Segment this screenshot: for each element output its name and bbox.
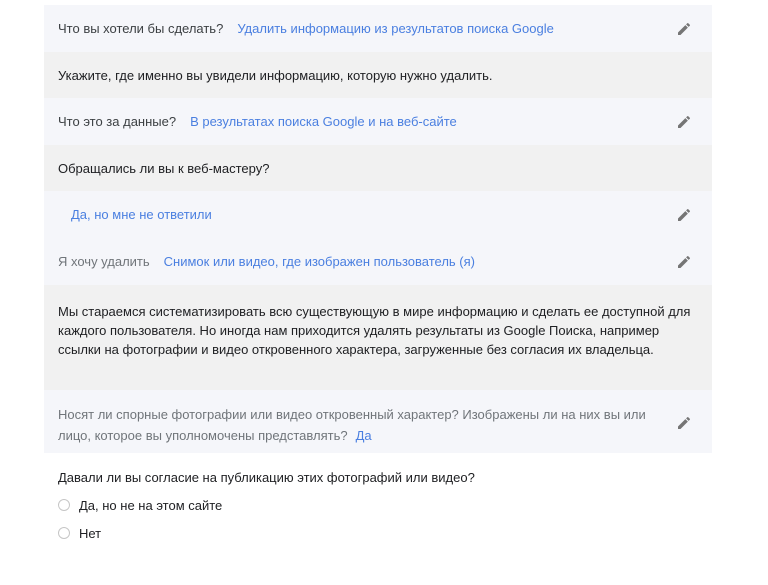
info-paragraph: Мы стараемся систематизировать всю сущес… xyxy=(58,304,691,357)
answered-row-remove: Я хочу удалить Снимок или видео, где изо… xyxy=(44,238,712,285)
pencil-icon[interactable] xyxy=(676,21,692,37)
radio-option-no[interactable]: Нет xyxy=(58,519,664,547)
answered-row-explicit: Носят ли спорные фотографии или видео от… xyxy=(44,390,712,453)
consent-question-row: Давали ли вы согласие на публикацию этих… xyxy=(44,453,712,545)
info-row: Мы стараемся систематизировать всю сущес… xyxy=(44,285,712,390)
answered-row-webmaster: Да, но мне не ответили xyxy=(44,191,712,238)
pencil-icon[interactable] xyxy=(676,254,692,270)
answer-value: Да xyxy=(355,428,372,443)
question-label: Что вы хотели бы сделать? xyxy=(58,21,224,36)
radio-unchecked-icon[interactable] xyxy=(58,499,70,511)
answer-value: Снимок или видео, где изображен пользова… xyxy=(163,254,475,269)
pencil-icon[interactable] xyxy=(676,207,692,223)
radio-label: Да, но не на этом сайте xyxy=(79,497,223,513)
question-text: Носят ли спорные фотографии или видео от… xyxy=(58,407,646,443)
answer-value: Да, но мне не ответили xyxy=(71,207,212,222)
answered-row-data-type: Что это за данные? В результатах поиска … xyxy=(44,98,712,145)
question-with-answer: Носят ли спорные фотографии или видео от… xyxy=(58,404,664,446)
instruction-text: Укажите, где именно вы увидели информаци… xyxy=(58,67,493,83)
radio-label: Нет xyxy=(79,525,102,541)
webmaster-question-row: Обращались ли вы к веб-мастеру? xyxy=(44,145,712,191)
instruction-row: Укажите, где именно вы увидели информаци… xyxy=(44,52,712,98)
question-label: Я хочу удалить xyxy=(58,254,150,269)
question-text: Обращались ли вы к веб-мастеру? xyxy=(58,160,270,176)
pencil-icon[interactable] xyxy=(676,415,692,431)
answer-value: В результатах поиска Google и на веб-сай… xyxy=(190,114,457,129)
pencil-icon[interactable] xyxy=(676,114,692,130)
radio-unchecked-icon[interactable] xyxy=(58,527,70,539)
answered-row-action: Что вы хотели бы сделать? Удалить информ… xyxy=(44,5,712,52)
removal-request-form: Что вы хотели бы сделать? Удалить информ… xyxy=(44,5,712,545)
question-label: Что это за данные? xyxy=(58,114,177,129)
question-text: Давали ли вы согласие на публикацию этих… xyxy=(58,470,475,485)
radio-option-yes-not-this-site[interactable]: Да, но не на этом сайте xyxy=(58,491,664,519)
answer-value: Удалить информацию из результатов поиска… xyxy=(237,21,554,36)
